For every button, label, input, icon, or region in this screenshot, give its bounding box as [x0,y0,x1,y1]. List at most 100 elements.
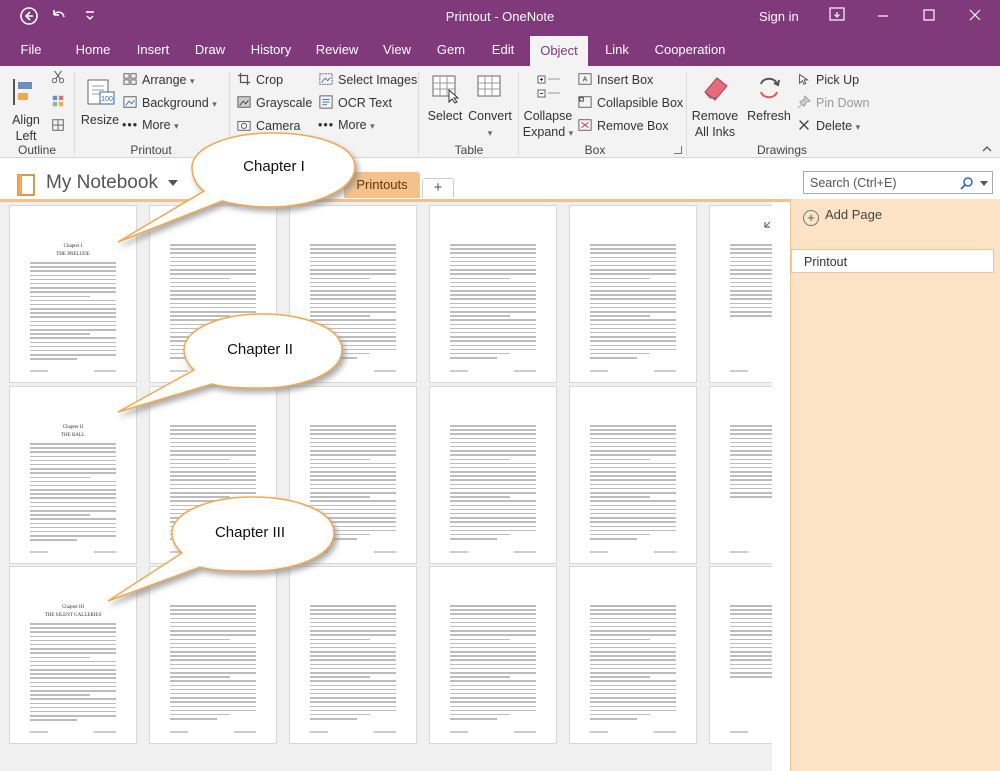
all-inks-label: All Inks [694,125,736,139]
printout-page[interactable] [429,386,557,564]
pin-down-button[interactable]: Pin Down [796,95,870,110]
back-button[interactable] [20,7,38,31]
undo-button[interactable] [50,7,68,31]
box-dialog-launcher-icon[interactable] [674,146,682,154]
customize-quick-access-button[interactable] [84,7,96,31]
printout-page[interactable] [429,205,557,383]
tab-draw[interactable]: Draw [188,34,232,66]
select-table-icon [432,75,460,104]
outline-icon [52,95,64,107]
ocr-text-label: OCR Text [338,96,392,110]
search-icon [960,177,973,190]
add-page-label: Add Page [825,207,883,222]
collapse-expand-icon [537,75,560,98]
page-footer [590,551,676,553]
refresh-button[interactable]: Refresh [746,72,792,124]
page-list-item[interactable]: Printout [791,249,994,273]
delete-label: Delete [816,119,853,133]
grayscale-button[interactable]: Grayscale [236,95,312,110]
add-section-button[interactable]: + [422,178,454,198]
background-button[interactable]: Background ▾ [122,95,217,110]
search-scope-chevron-down-icon[interactable] [980,181,988,186]
callout-chapter-2 [117,313,343,413]
chevron-down-icon [86,11,94,20]
printout-page[interactable] [569,386,697,564]
svg-text:A: A [583,77,588,84]
collapse-ribbon-icon[interactable] [982,144,992,154]
remove-box-button[interactable]: Remove Box [577,118,669,133]
sign-in-link[interactable]: Sign in [759,9,799,24]
undo-icon [53,10,65,18]
expand-label: Expand [522,125,566,139]
minimize-button[interactable] [868,5,898,29]
tab-cooperation[interactable]: Cooperation [650,34,730,66]
tab-home[interactable]: Home [68,34,118,66]
crop-icon [237,72,251,86]
search-input[interactable]: Search (Ctrl+E) [803,171,993,194]
printout-page[interactable] [569,566,697,744]
align-left-button[interactable]: Align Left [6,76,46,144]
page-text-lines [450,605,536,722]
page-text-lines [590,244,676,361]
grayscale-icon [237,96,251,108]
add-icon: + [803,210,819,226]
tab-file[interactable]: File [10,34,52,66]
add-page-button[interactable]: + Add Page [803,207,882,226]
remove-label: Remove [691,109,739,123]
page-text-lines [450,425,536,542]
insert-box-button[interactable]: A Insert Box [577,72,653,87]
tab-view[interactable]: View [374,34,420,66]
tab-gem[interactable]: Gem [430,34,472,66]
eraser-icon [704,77,728,101]
collapsible-box-button[interactable]: Collapsible Box [577,95,683,110]
ocr-text-button[interactable]: OCR Text [318,95,392,110]
tab-insert[interactable]: Insert [128,34,178,66]
collapse-label: Collapse [523,109,573,123]
group-label-box: Box [584,143,606,157]
select-images-button[interactable]: Select Images [318,72,417,87]
printout-page[interactable] [429,566,557,744]
maximize-icon [923,9,935,21]
select-images-icon [319,73,333,85]
cut-button[interactable] [50,70,70,85]
resize-button[interactable]: 100 Resize [80,76,120,128]
search-placeholder: Search (Ctrl+E) [810,176,897,190]
pick-up-button[interactable]: Pick Up [796,72,859,87]
tab-history[interactable]: History [242,34,300,66]
ribbon-tabs: File Home Insert Draw History Review Vie… [0,34,1000,93]
arrange-label: Arrange [142,73,187,87]
pick-up-icon [799,73,809,85]
page-text-lines [170,605,256,722]
outline-view-button[interactable] [50,118,70,133]
page-text-lines [590,605,676,722]
tab-review[interactable]: Review [310,34,364,66]
delete-button[interactable]: Delete ▾ [796,118,860,133]
remove-box-label: Remove Box [597,119,669,133]
align-left-label-2: Left [15,129,37,143]
crop-button[interactable]: Crop [236,72,283,87]
callout-chapter-1 [117,132,356,243]
select-button[interactable]: Select [424,72,466,124]
tab-link[interactable]: Link [596,34,638,66]
page-footer [30,731,116,733]
tab-object[interactable]: Object [530,36,588,66]
ribbon-display-options-button[interactable] [822,5,852,29]
select-label: Select [427,109,463,123]
remove-all-inks-button[interactable]: Remove All Inks [690,72,740,140]
collapsible-box-icon [578,96,592,108]
printout-page[interactable] [569,205,697,383]
convert-icon [477,75,501,97]
tab-edit[interactable]: Edit [482,34,524,66]
page-text-lines [310,605,396,722]
convert-button[interactable]: Convert ▾ [466,72,514,141]
collapse-expand-button[interactable]: Collapse Expand ▾ [522,72,574,141]
resize-icon: 100 [87,79,115,105]
arrange-button[interactable]: Arrange ▾ [122,72,195,87]
outline-tool-button[interactable] [50,94,70,109]
page-footer [170,731,256,733]
maximize-button[interactable] [914,5,944,29]
refresh-icon [760,77,780,99]
close-button[interactable] [960,5,990,29]
page-footer [450,731,536,733]
vertical-scrollbar[interactable] [772,202,790,771]
